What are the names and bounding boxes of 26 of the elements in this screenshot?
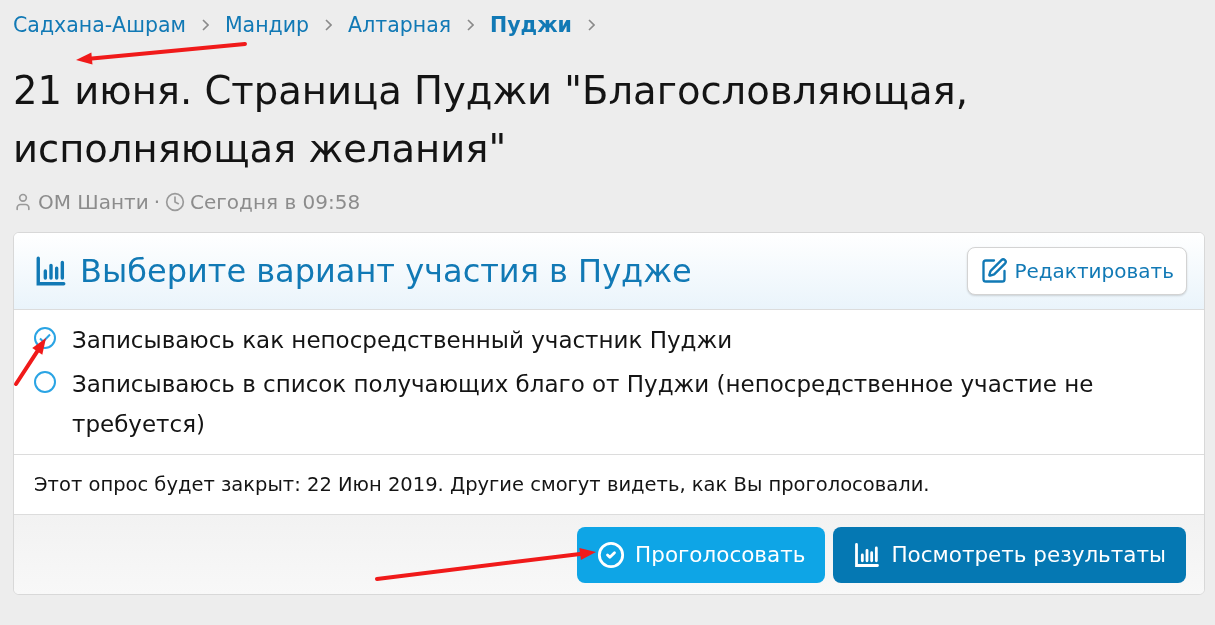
edit-button[interactable]: Редактировать [967,247,1187,295]
clock-icon [165,192,186,212]
post-time: Сегодня в 09:58 [190,190,361,214]
vote-button[interactable]: Проголосовать [577,526,826,583]
breadcrumb-link[interactable]: Пуджи [490,13,572,37]
breadcrumb-link[interactable]: Алтарная [348,13,452,37]
bar-chart-icon [853,540,882,569]
chevron-icon [587,19,595,31]
edit-icon [980,257,1009,285]
breadcrumb-link[interactable]: Садхана-Ашрам [13,13,186,37]
annotation-arrow [14,338,46,386]
check-circle-icon [597,540,626,569]
author-name: ОМ Шанти [38,190,149,214]
separator: · [153,190,161,214]
page-title: 21 июня. Страница Пуджи "Благословляющая, исполняющая желания" [13,67,969,173]
chevron-icon [201,19,209,31]
breadcrumb-link[interactable]: Мандир [224,13,310,37]
user-icon [13,192,33,212]
results-button[interactable]: Посмотреть результаты [833,526,1186,583]
poll-title: Выберите вариант участия в Пудже [80,252,692,290]
option-label: Записываюсь как непосредственный участник Пуджи [72,326,733,355]
option-label: Записываюсь в список получающих благо от Пуджи (непосредственное участие не требуется) [72,370,1095,439]
bar-chart-icon [34,254,68,288]
chevron-icon [467,19,475,31]
chevron-icon [325,19,333,31]
radio-button[interactable] [34,371,56,393]
